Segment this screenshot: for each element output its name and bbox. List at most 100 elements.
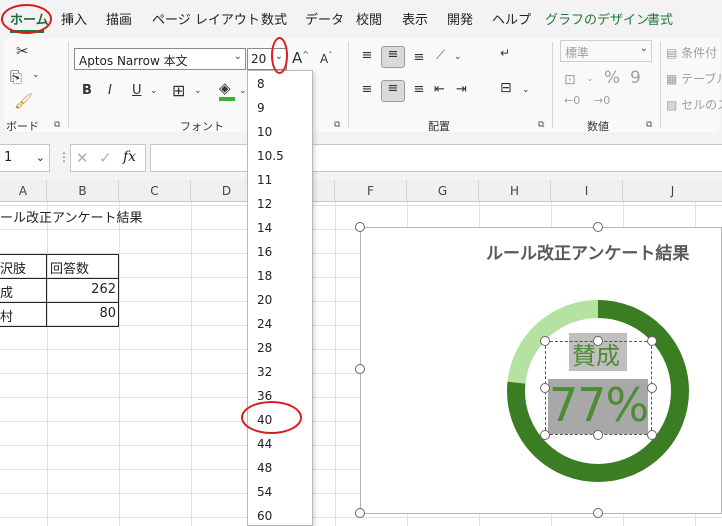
more-options-icon[interactable]: ⋮ [58,150,70,164]
font-size-option[interactable]: 28 [257,341,272,355]
format-as-table-button[interactable]: ▦ テーブル [666,70,722,87]
table-row-label[interactable]: 成 [0,282,13,301]
font-size-option[interactable]: 14 [257,221,272,235]
increase-decimal-icon[interactable]: ←0 [564,94,580,107]
decrease-decimal-icon[interactable]: →0 [594,94,610,107]
increase-indent-icon[interactable]: ⇥ [456,82,467,97]
font-size-option[interactable]: 32 [257,365,272,379]
font-size-combo[interactable]: 20 ⌄ [247,48,287,70]
label-resize-handle[interactable] [647,383,657,393]
chevron-down-icon[interactable]: ⌄ [640,43,648,54]
font-size-option[interactable]: 54 [257,485,272,499]
shrink-font-button[interactable]: Aˇ [320,51,332,66]
align-right-icon[interactable]: ≡ [408,82,430,97]
tab-format[interactable]: 書式 [647,9,673,28]
fill-color-icon[interactable]: ◈ [219,79,231,97]
cancel-icon[interactable]: ✕ [76,149,89,167]
accounting-format-icon[interactable]: ⊡ [564,72,576,88]
align-left-icon[interactable]: ≡ [356,82,378,97]
table-row-value[interactable]: 80 [50,306,116,321]
label-resize-handle[interactable] [540,430,550,440]
font-size-dropdown-icon[interactable]: ⌄ [275,51,283,62]
formula-input[interactable] [150,144,722,172]
label-resize-handle[interactable] [593,336,603,346]
italic-button[interactable]: I [108,83,112,98]
align-bottom-icon[interactable]: ≡ [408,50,430,65]
chart-resize-handle[interactable] [355,222,365,232]
column-header-j[interactable]: J [623,180,722,202]
underline-dropdown-icon[interactable]: ⌄ [150,86,158,96]
tab-home[interactable]: ホーム [10,9,49,28]
format-painter-icon[interactable]: 🖌 [14,92,33,110]
font-name-combo[interactable]: Aptos Narrow 本文 ⌄ [74,48,246,70]
label-resize-handle[interactable] [593,430,603,440]
label-resize-handle[interactable] [647,336,657,346]
comma-style-button[interactable]: 9 [630,68,641,88]
fill-color-dropdown-icon[interactable]: ⌄ [239,86,247,96]
cut-icon[interactable]: ✂ [16,42,29,60]
chart-resize-handle[interactable] [355,364,365,374]
font-size-option[interactable]: 18 [257,269,272,283]
font-size-option[interactable]: 60 [257,509,272,523]
font-size-option[interactable]: 16 [257,245,272,259]
font-size-option[interactable]: 44 [257,437,272,451]
font-size-option[interactable]: 48 [257,461,272,475]
decrease-indent-icon[interactable]: ⇤ [434,82,445,97]
font-size-option[interactable]: 20 [257,293,272,307]
font-size-option[interactable]: 11 [257,173,272,187]
label-resize-handle[interactable] [540,336,550,346]
column-header-b[interactable]: B [47,180,119,202]
label-resize-handle[interactable] [540,383,550,393]
borders-icon[interactable]: ⊞ [172,81,185,100]
chart-resize-handle[interactable] [593,222,603,232]
column-header-h[interactable]: H [479,180,551,202]
chevron-down-icon[interactable]: ⌄ [234,51,242,62]
underline-button[interactable]: U [132,83,142,98]
font-size-option[interactable]: 36 [257,389,272,403]
font-size-option[interactable]: 10 [257,125,272,139]
column-header-g[interactable]: G [407,180,479,202]
column-header-a[interactable]: A [0,180,47,202]
tab-draw[interactable]: 描画 [106,9,132,28]
column-header-i[interactable]: I [551,180,623,202]
accounting-dropdown-icon[interactable]: ⌄ [586,74,594,84]
chart-title[interactable]: ルール改正アンケート結果 [486,239,689,264]
font-size-option[interactable]: 9 [257,101,265,115]
cell-styles-button[interactable]: ▧ セルのス [666,96,722,113]
tab-help[interactable]: ヘルプ [492,9,531,28]
copy-dropdown-icon[interactable]: ⌄ [32,70,40,80]
bold-button[interactable]: B [82,83,92,98]
clipboard-launcher-icon[interactable]: ⧉ [54,120,60,130]
column-header-f[interactable]: F [335,180,407,202]
wrap-text-icon[interactable]: ↵ [500,46,510,60]
sheet-title-cell[interactable]: ール改正アンケート結果 [0,207,142,226]
copy-icon[interactable]: ⎘ [10,68,22,86]
tab-view[interactable]: 表示 [402,9,428,28]
font-size-option[interactable]: 12 [257,197,272,211]
tab-insert[interactable]: 挿入 [61,9,87,28]
font-size-option[interactable]: 24 [257,317,272,331]
merge-dropdown-icon[interactable]: ⌄ [522,85,530,95]
align-top-icon[interactable]: ≡ [356,48,378,63]
tab-review[interactable]: 校閲 [356,9,382,28]
tab-developer[interactable]: 開発 [447,9,473,28]
grow-font-button[interactable]: A^ [292,49,309,67]
tab-formulas[interactable]: 数式 [261,9,287,28]
table-header-choice[interactable]: 沢肢 [0,258,26,277]
align-middle-icon[interactable]: ≡ [381,46,405,68]
number-format-combo[interactable]: 標準 ⌄ [560,40,652,62]
chart-resize-handle[interactable] [355,508,365,518]
column-header-c[interactable]: C [119,180,191,202]
merge-center-icon[interactable]: ⊟ [500,80,512,96]
tab-page-layout[interactable]: ページ レイアウト [152,9,260,28]
align-center-icon[interactable]: ≡ [381,80,405,102]
chevron-down-icon[interactable]: ⌄ [36,151,45,164]
tab-chart-design[interactable]: グラフのデザイン [545,9,649,28]
tab-data[interactable]: データ [305,9,344,28]
font-launcher-icon[interactable]: ⧉ [334,120,340,130]
borders-dropdown-icon[interactable]: ⌄ [194,86,202,96]
font-size-dropdown-list[interactable]: 8 9 10 10.5 11 12 14 16 18 20 24 28 32 3… [247,70,313,526]
insert-function-icon[interactable]: fx [123,149,136,165]
name-box[interactable]: 1 ⌄ [0,144,50,172]
enter-icon[interactable]: ✓ [99,149,112,167]
